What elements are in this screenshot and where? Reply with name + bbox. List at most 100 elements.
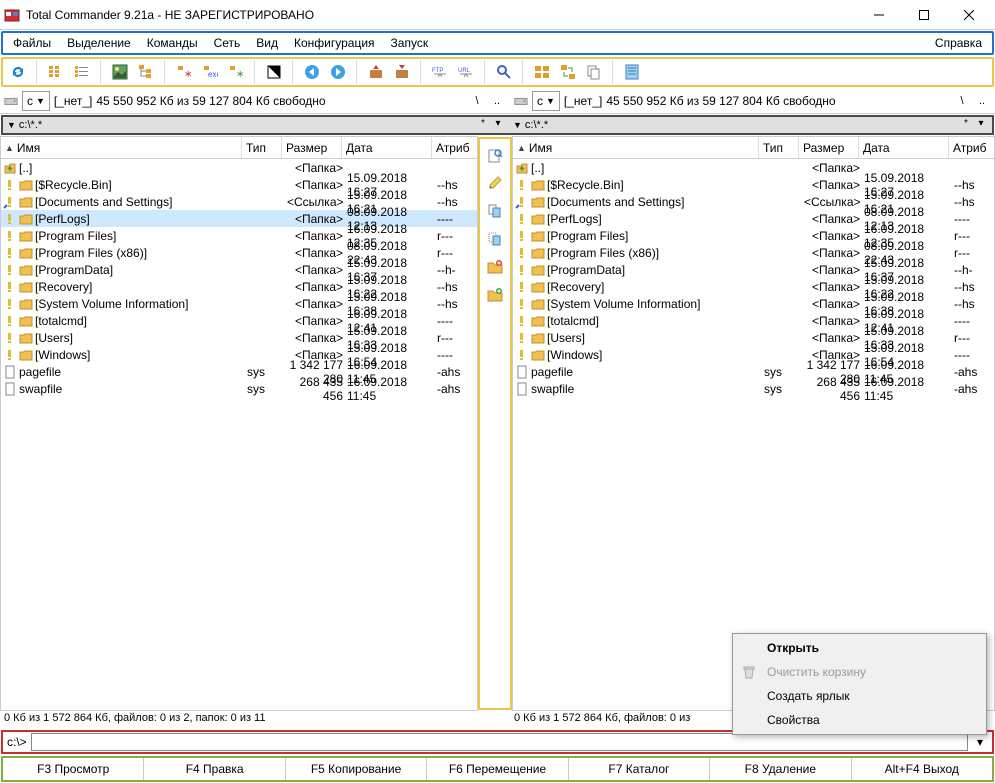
row-type-icon	[515, 246, 529, 260]
edit-icon[interactable]	[483, 171, 507, 195]
history-button[interactable]: ▾	[491, 118, 505, 132]
drive-selector-right[interactable]: c ▼	[532, 91, 560, 111]
ctx-create-shortcut[interactable]: Создать ярлык	[735, 684, 984, 708]
hdr-name[interactable]: ▲Имя	[1, 137, 242, 158]
fav-button[interactable]: *	[959, 118, 973, 132]
root-button-left[interactable]: \	[468, 92, 486, 110]
fav-button[interactable]: *	[476, 118, 490, 132]
disk-icon	[514, 94, 528, 108]
menu-item[interactable]: Конфигурация	[286, 33, 383, 53]
row-type-icon	[515, 382, 529, 396]
menu-item[interactable]: Сеть	[206, 33, 249, 53]
up-button-left[interactable]: ..	[488, 92, 506, 110]
copy-names-icon[interactable]	[581, 60, 607, 84]
hdr-name[interactable]: ▲Имя	[513, 137, 759, 158]
all-files-icon[interactable]: ∗.∗	[171, 60, 197, 84]
ftp-icon[interactable]: FTP	[427, 60, 453, 84]
file-attr: ----	[954, 314, 992, 328]
row-type-icon	[515, 195, 529, 209]
row-type-icon	[515, 263, 529, 277]
up-button-right[interactable]: ..	[973, 92, 991, 110]
new-folder-icon[interactable]	[483, 255, 507, 279]
fkey-button[interactable]: F6 Перемещение	[427, 758, 568, 780]
hdr-date[interactable]: Дата	[342, 137, 432, 158]
hdr-attr[interactable]: Атриб	[432, 137, 477, 158]
file-date: 16.09.2018 11:45	[347, 375, 437, 403]
programs-icon[interactable]: exe	[197, 60, 223, 84]
forward-icon[interactable]	[325, 60, 351, 84]
menu-item[interactable]: Вид	[248, 33, 286, 53]
file-attr: ----	[437, 348, 475, 362]
hdr-type[interactable]: Тип	[242, 137, 282, 158]
drive-row: c ▼ [_нет_] 45 550 952 Кб из 59 127 804 …	[0, 88, 995, 114]
status-left: 0 Кб из 1 572 864 Кб, файлов: 0 из 2, па…	[0, 711, 510, 729]
back-icon[interactable]	[299, 60, 325, 84]
pack-icon[interactable]	[363, 60, 389, 84]
close-button[interactable]	[946, 1, 991, 29]
table-row[interactable]: swapfilesys268 435 45616.09.2018 11:45-a…	[1, 380, 477, 397]
search-icon[interactable]	[491, 60, 517, 84]
file-list-left[interactable]: [..]<Папка>[$Recycle.Bin]<Папка>15.09.20…	[1, 159, 477, 710]
path-left[interactable]: c:\*.*	[19, 119, 476, 131]
command-input[interactable]	[31, 733, 968, 751]
root-button-right[interactable]: \	[953, 92, 971, 110]
ctx-empty-bin[interactable]: Очистить корзину	[735, 660, 984, 684]
fkey-button[interactable]: F4 Правка	[144, 758, 285, 780]
menu-item[interactable]: Запуск	[383, 33, 437, 53]
fkey-button[interactable]: F3 Просмотр	[3, 758, 144, 780]
file-attr: r---	[437, 246, 475, 260]
hdr-attr[interactable]: Атриб	[949, 137, 994, 158]
row-type-icon	[515, 297, 529, 311]
hdr-size[interactable]: Размер	[799, 137, 859, 158]
folder-icon	[19, 314, 33, 328]
maximize-button[interactable]	[901, 1, 946, 29]
menu-help[interactable]: Справка	[927, 33, 990, 53]
invert-icon[interactable]	[261, 60, 287, 84]
tree-icon[interactable]	[133, 60, 159, 84]
multirename-icon[interactable]	[529, 60, 555, 84]
hdr-size[interactable]: Размер	[282, 137, 342, 158]
row-type-icon	[3, 365, 17, 379]
thumbnail-icon[interactable]	[107, 60, 133, 84]
file-attr: ----	[437, 314, 475, 328]
file-list-right[interactable]: [..]<Папка>[$Recycle.Bin]<Папка>15.09.20…	[513, 159, 994, 710]
fkey-button[interactable]: F8 Удаление	[710, 758, 851, 780]
menu-item[interactable]: Файлы	[5, 33, 59, 53]
table-row[interactable]: swapfilesys268 435 45616.09.2018 11:45-a…	[513, 380, 994, 397]
sync-icon[interactable]	[555, 60, 581, 84]
fkey-button[interactable]: F7 Каталог	[569, 758, 710, 780]
drive-selector-left[interactable]: c ▼	[22, 91, 50, 111]
view-full-icon[interactable]	[69, 60, 95, 84]
move-icon[interactable]	[483, 227, 507, 251]
view-icon[interactable]	[483, 143, 507, 167]
ctx-open[interactable]: Открыть	[735, 636, 984, 660]
minimize-button[interactable]	[856, 1, 901, 29]
custom-filter-icon[interactable]: ∗.?	[223, 60, 249, 84]
fkey-button[interactable]: Alt+F4 Выход	[852, 758, 992, 780]
copy-icon[interactable]	[483, 199, 507, 223]
ctx-properties[interactable]: Свойства	[735, 708, 984, 732]
folder-icon	[19, 229, 33, 243]
hdr-date[interactable]: Дата	[859, 137, 949, 158]
notepad-icon[interactable]	[619, 60, 645, 84]
command-history-dropdown[interactable]: ▾	[972, 735, 988, 749]
file-name: [totalcmd]	[547, 314, 764, 328]
delete-icon[interactable]	[483, 283, 507, 307]
file-size: <Папка>	[287, 314, 347, 328]
menu-item[interactable]: Команды	[139, 33, 206, 53]
path-right[interactable]: c:\*.*	[525, 119, 959, 131]
history-button[interactable]: ▾	[974, 118, 988, 132]
file-size: <Папка>	[287, 280, 347, 294]
url-icon[interactable]: URL	[453, 60, 479, 84]
hdr-type[interactable]: Тип	[759, 137, 799, 158]
row-type-icon	[3, 195, 17, 209]
svg-text:exe: exe	[208, 70, 218, 79]
fkey-button[interactable]: F5 Копирование	[286, 758, 427, 780]
view-brief-icon[interactable]	[43, 60, 69, 84]
file-attr: r---	[954, 229, 992, 243]
unpack-icon[interactable]	[389, 60, 415, 84]
folder-icon	[531, 229, 545, 243]
file-name: [PerfLogs]	[547, 212, 764, 226]
refresh-icon[interactable]	[5, 60, 31, 84]
menu-item[interactable]: Выделение	[59, 33, 139, 53]
